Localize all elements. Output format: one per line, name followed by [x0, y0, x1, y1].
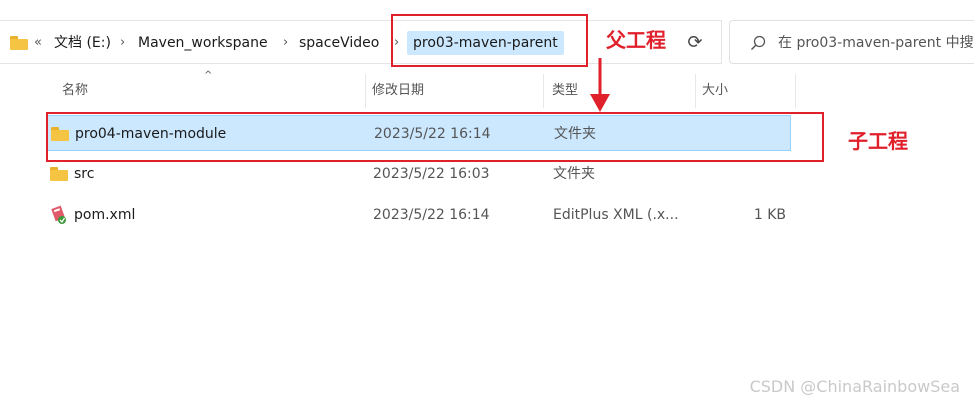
watermark: CSDN @ChinaRainbowSea	[749, 377, 960, 396]
column-header-type[interactable]: 类型	[536, 74, 696, 108]
breadcrumb-drive[interactable]: 文档 (E:)	[54, 34, 111, 52]
arrow-down-icon	[590, 58, 610, 112]
parent-highlight-box	[391, 14, 588, 67]
xml-file-icon	[51, 205, 66, 224]
folder-icon	[10, 36, 28, 50]
chevron-right-icon[interactable]: ›	[120, 34, 125, 52]
file-size: 1 KB	[753, 207, 786, 223]
breadcrumb-spacevideo[interactable]: spaceVideo	[299, 34, 379, 52]
column-header-date[interactable]: 修改日期	[356, 74, 544, 108]
file-name: pom.xml	[74, 207, 136, 223]
chevron-right-icon[interactable]: ›	[283, 34, 288, 52]
search-box[interactable]: 在 pro03-maven-parent 中搜	[729, 20, 974, 64]
breadcrumb-maven-workspane[interactable]: Maven_workspane	[138, 34, 268, 52]
column-header-size[interactable]: 大小	[686, 74, 796, 108]
search-icon	[750, 35, 766, 51]
refresh-icon[interactable]: ⟳	[682, 31, 708, 55]
file-type: EditPlus XML (.x...	[553, 207, 679, 223]
folder-icon	[50, 167, 68, 181]
child-highlight-box	[46, 112, 824, 162]
child-project-label: 子工程	[848, 129, 908, 153]
column-header-name[interactable]: 名称	[46, 74, 366, 108]
list-item[interactable]: pom.xml 2023/5/22 16:14 EditPlus XML (.x…	[46, 197, 791, 233]
file-date: 2023/5/22 16:14	[373, 207, 490, 223]
search-input[interactable]: 在 pro03-maven-parent 中搜	[778, 34, 974, 52]
parent-project-label: 父工程	[606, 28, 666, 52]
back-chevron[interactable]: «	[34, 34, 42, 52]
